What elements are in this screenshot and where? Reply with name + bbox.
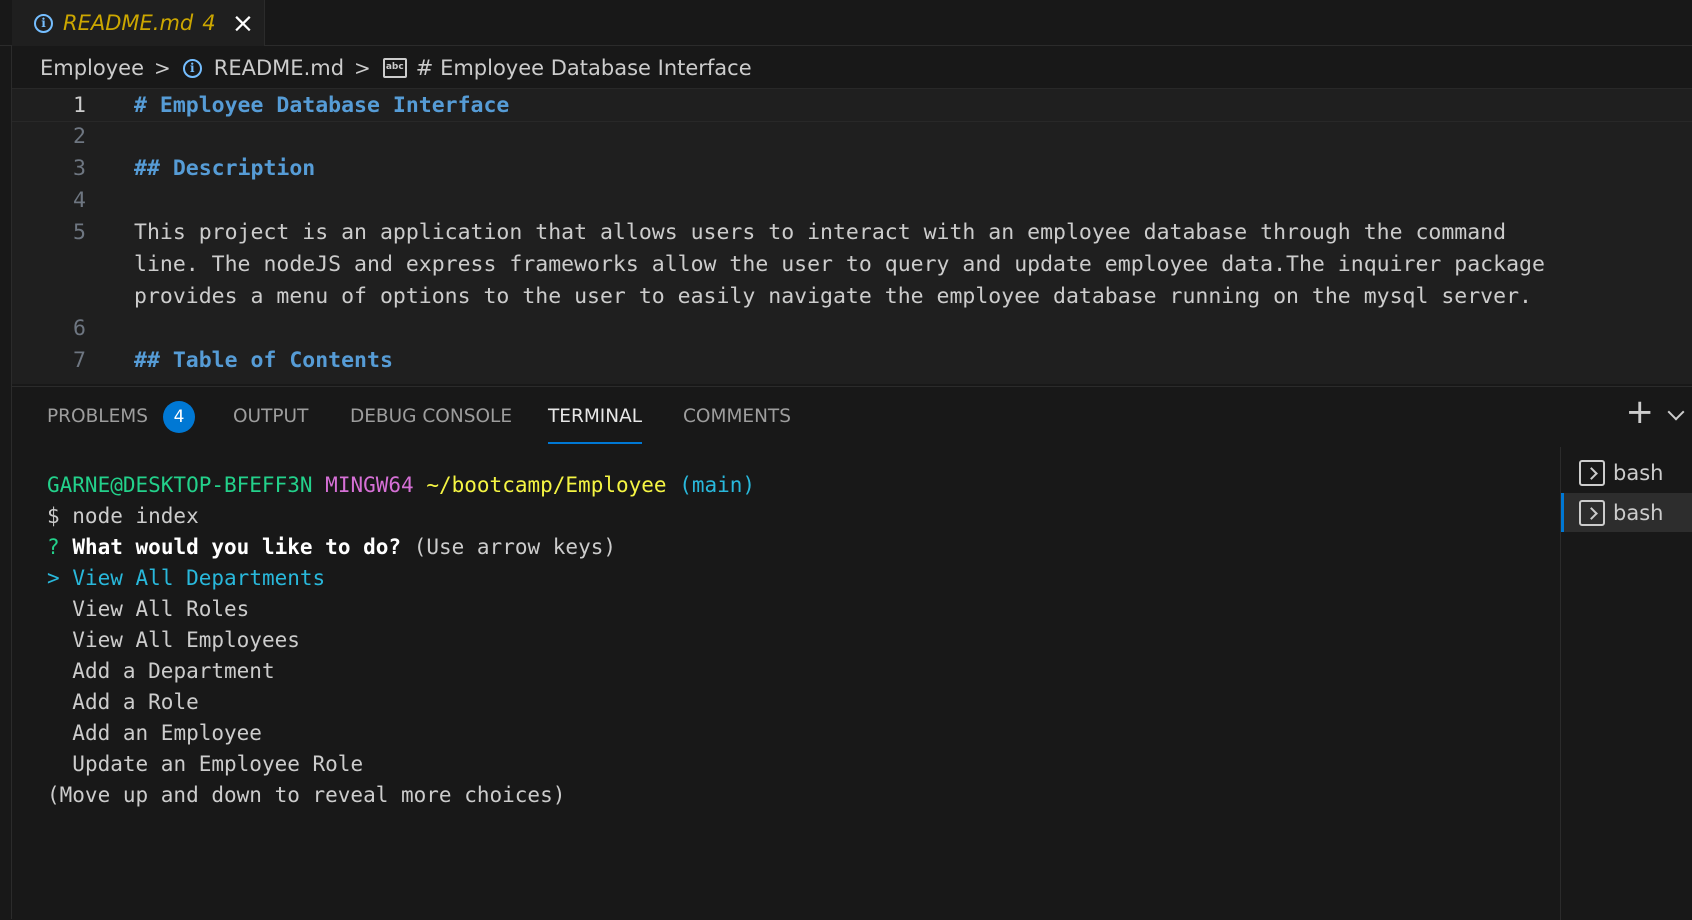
line-text: # Employee Database Interface xyxy=(134,93,510,118)
prompt-path: ~/bootcamp/Employee xyxy=(426,473,667,497)
tab-label: README.md xyxy=(63,11,194,35)
breadcrumb-symbol[interactable]: # Employee Database Interface xyxy=(416,56,752,80)
choice-item[interactable]: Add a Role xyxy=(47,687,199,718)
line-text: provides a menu of options to the user t… xyxy=(134,284,1532,309)
editor-line[interactable]: 5 This project is an application that al… xyxy=(12,216,1692,250)
choice-label: Add an Employee xyxy=(72,721,262,745)
line-number: 6 xyxy=(73,316,86,341)
terminal-instance-label: bash xyxy=(1613,460,1664,485)
editor-line[interactable]: 1 # Employee Database Interface xyxy=(12,88,1692,122)
line-text: ## Description xyxy=(134,156,316,181)
chevron-right-icon: > xyxy=(354,56,371,80)
terminal-command: $ node index xyxy=(47,504,199,528)
line-number: 5 xyxy=(73,220,86,245)
terminal-icon xyxy=(1579,459,1605,486)
choice-item[interactable]: Add an Employee xyxy=(47,718,262,749)
tab-comments[interactable]: COMMENTS xyxy=(683,387,791,447)
activity-bar-edge xyxy=(0,0,12,919)
chevron-right-icon: > xyxy=(154,56,171,80)
editor-line[interactable]: 4 xyxy=(12,184,1692,218)
editor-line[interactable]: 7 ## Table of Contents xyxy=(12,344,1692,378)
breadcrumb-file[interactable]: README.md xyxy=(214,56,344,80)
close-icon[interactable]: × xyxy=(232,10,255,37)
line-number: 3 xyxy=(73,156,86,181)
line-number: 2 xyxy=(73,124,86,149)
terminal-output[interactable]: GARNE@DESKTOP-BFEFF3N MINGW64 ~/bootcamp… xyxy=(12,447,1562,920)
code-editor[interactable]: 1 # Employee Database Interface 2 3 ## D… xyxy=(12,88,1692,384)
selection-marker: > xyxy=(47,566,60,590)
prompt-branch: (main) xyxy=(679,473,756,497)
choice-label: Add a Role xyxy=(72,690,199,714)
question-mark: ? xyxy=(47,535,60,559)
prompt-user: GARNE@DESKTOP-BFEFF3N xyxy=(47,473,313,497)
choice-selected[interactable]: > View All Departments xyxy=(47,563,325,594)
line-text: ## Table of Contents xyxy=(134,348,393,373)
string-symbol-icon: abc xyxy=(382,58,407,78)
terminal-instance-label: bash xyxy=(1613,500,1664,525)
new-terminal-plus-icon[interactable]: + xyxy=(1626,395,1655,429)
terminal-question-line: ? What would you like to do? (Use arrow … xyxy=(47,532,616,563)
terminal-icon xyxy=(1579,499,1605,526)
terminal-instance-bash[interactable]: bash xyxy=(1561,493,1692,532)
tab-terminal[interactable]: TERMINAL xyxy=(548,387,643,447)
breadcrumb-folder[interactable]: Employee xyxy=(40,56,144,80)
question-text: What would you like to do? xyxy=(72,535,402,559)
tab-problems[interactable]: PROBLEMS xyxy=(47,387,148,447)
choice-item[interactable]: Update an Employee Role xyxy=(47,749,363,780)
terminal-prompt-line: GARNE@DESKTOP-BFEFF3N MINGW64 ~/bootcamp… xyxy=(47,470,755,501)
tab-debug-console[interactable]: DEBUG CONSOLE xyxy=(350,387,512,447)
info-icon: i xyxy=(182,58,202,78)
line-text: line. The nodeJS and express frameworks … xyxy=(134,252,1545,277)
choice-item[interactable]: View All Roles xyxy=(47,594,249,625)
editor-tab-bar: i README.md 4 × xyxy=(0,0,1692,46)
editor-line-wrap[interactable]: provides a menu of options to the user t… xyxy=(12,280,1692,314)
line-number: 1 xyxy=(73,93,86,118)
terminal-instance-bash[interactable]: bash xyxy=(1561,453,1692,492)
question-hint: (Use arrow keys) xyxy=(413,535,616,559)
chevron-down-icon[interactable] xyxy=(1667,403,1685,421)
line-text: This project is an application that allo… xyxy=(134,220,1507,245)
editor-line-wrap[interactable]: line. The nodeJS and express frameworks … xyxy=(12,248,1692,282)
terminal-instance-list: bash bash xyxy=(1560,447,1692,920)
info-icon: i xyxy=(34,13,53,33)
choice-label: View All Departments xyxy=(72,566,326,590)
line-number: 4 xyxy=(73,188,86,213)
choice-item[interactable]: Add a Department xyxy=(47,656,275,687)
problems-badge: 4 xyxy=(163,401,195,433)
problem-count: 4 xyxy=(202,11,216,35)
line-number: 7 xyxy=(73,348,86,373)
editor-line[interactable]: 3 ## Description xyxy=(12,152,1692,186)
tab-readme[interactable]: i README.md 4 × xyxy=(12,0,265,46)
choice-label: Update an Employee Role xyxy=(72,752,364,776)
choice-label: Add a Department xyxy=(72,659,275,683)
choice-item[interactable]: View All Employees xyxy=(47,625,300,656)
choice-label: View All Roles xyxy=(72,597,250,621)
editor-line[interactable]: 6 xyxy=(12,312,1692,346)
terminal-footer-hint: (Move up and down to reveal more choices… xyxy=(47,783,566,807)
panel-tab-bar: PROBLEMS 4 OUTPUT DEBUG CONSOLE TERMINAL… xyxy=(12,387,1692,447)
editor-line[interactable]: 2 xyxy=(12,120,1692,154)
breadcrumb: Employee > i README.md > abc # Employee … xyxy=(40,52,752,84)
tab-output[interactable]: OUTPUT xyxy=(233,387,308,447)
bottom-panel: PROBLEMS 4 OUTPUT DEBUG CONSOLE TERMINAL… xyxy=(12,386,1692,920)
prompt-env: MINGW64 xyxy=(325,473,414,497)
choice-label: View All Employees xyxy=(72,628,300,652)
